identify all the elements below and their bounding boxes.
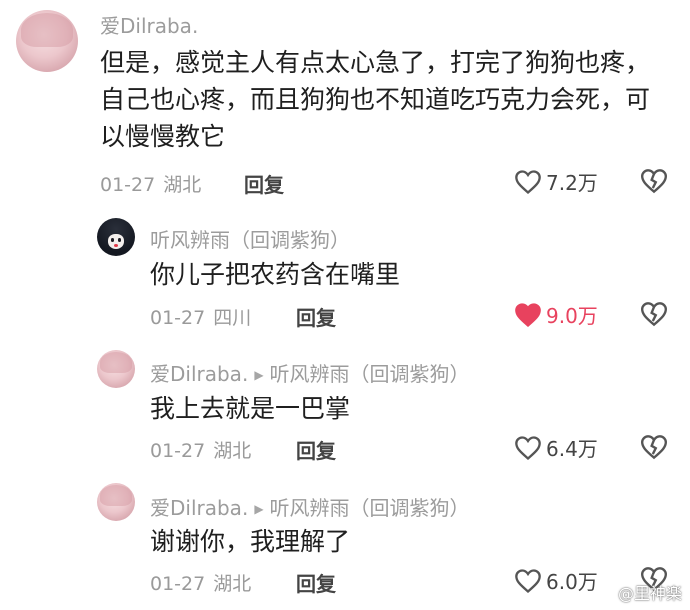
comment-username: 爱Dilraba. ▶ 听风辨雨（回调紫狗） [150, 358, 470, 387]
avatar[interactable] [97, 218, 135, 256]
comment-location: 四川 [213, 307, 252, 329]
watermark: @里神楽 [617, 584, 682, 603]
comment-date: 01-27 [150, 307, 206, 329]
comment-date: 01-27 [150, 440, 206, 462]
comment-meta: 01-27 湖北 [150, 569, 251, 596]
comment-date: 01-27 [150, 573, 206, 595]
like-count: 9.0万 [546, 304, 598, 328]
like-button[interactable]: 6.4万 [514, 433, 598, 462]
like-count: 6.0万 [546, 570, 598, 594]
comment-meta: 01-27 湖北 [150, 436, 251, 463]
avatar[interactable] [97, 483, 135, 521]
comment-author[interactable]: 爱Dilraba. [150, 362, 248, 386]
like-button[interactable]: 9.0万 [514, 300, 598, 329]
dislike-icon[interactable] [639, 434, 669, 460]
like-button[interactable]: 6.0万 [514, 566, 598, 595]
comment-username: 爱Dilraba. ▶ 听风辨雨（回调紫狗） [150, 492, 470, 521]
reply-arrow-icon: ▶ [254, 368, 264, 382]
comment-meta: 01-27 四川 [150, 303, 251, 330]
comment-text: 我上去就是一巴掌 [150, 394, 351, 423]
comment-location: 湖北 [213, 573, 252, 595]
comment-username[interactable]: 听风辨雨（回调紫狗） [150, 224, 350, 253]
reply-target[interactable]: 听风辨雨（回调紫狗） [270, 362, 470, 386]
avatar[interactable] [97, 350, 135, 388]
dislike-icon[interactable] [639, 168, 669, 194]
comment-username[interactable]: 爱Dilraba. [100, 10, 198, 39]
like-button[interactable]: 7.2万 [514, 167, 598, 196]
reply-arrow-icon: ▶ [254, 502, 264, 516]
comment-text: 但是，感觉主人有点太心急了，打完了狗狗也疼，自己也心疼，而且狗狗也不知道吃巧克力… [100, 48, 651, 151]
heart-icon [515, 302, 541, 327]
reply-button[interactable]: 回复 [296, 302, 336, 331]
comment-author[interactable]: 爱Dilraba. [150, 496, 248, 520]
heart-icon [515, 435, 541, 460]
avatar[interactable] [16, 10, 78, 72]
dislike-icon[interactable] [639, 301, 669, 327]
comment-date: 01-27 [100, 174, 156, 196]
comment-location: 湖北 [213, 440, 252, 462]
like-count: 7.2万 [546, 171, 598, 195]
reply-button[interactable]: 回复 [296, 435, 336, 464]
comment-location: 湖北 [163, 174, 202, 196]
reply-button[interactable]: 回复 [296, 568, 336, 597]
comment-text: 谢谢你，我理解了 [150, 527, 351, 556]
heart-icon [515, 568, 541, 593]
reply-target[interactable]: 听风辨雨（回调紫狗） [270, 496, 470, 520]
comment-meta: 01-27 湖北 [100, 170, 201, 197]
reply-button[interactable]: 回复 [244, 169, 284, 198]
like-count: 6.4万 [546, 437, 598, 461]
heart-icon [515, 169, 541, 194]
comment-text: 你儿子把农药含在嘴里 [150, 260, 401, 289]
